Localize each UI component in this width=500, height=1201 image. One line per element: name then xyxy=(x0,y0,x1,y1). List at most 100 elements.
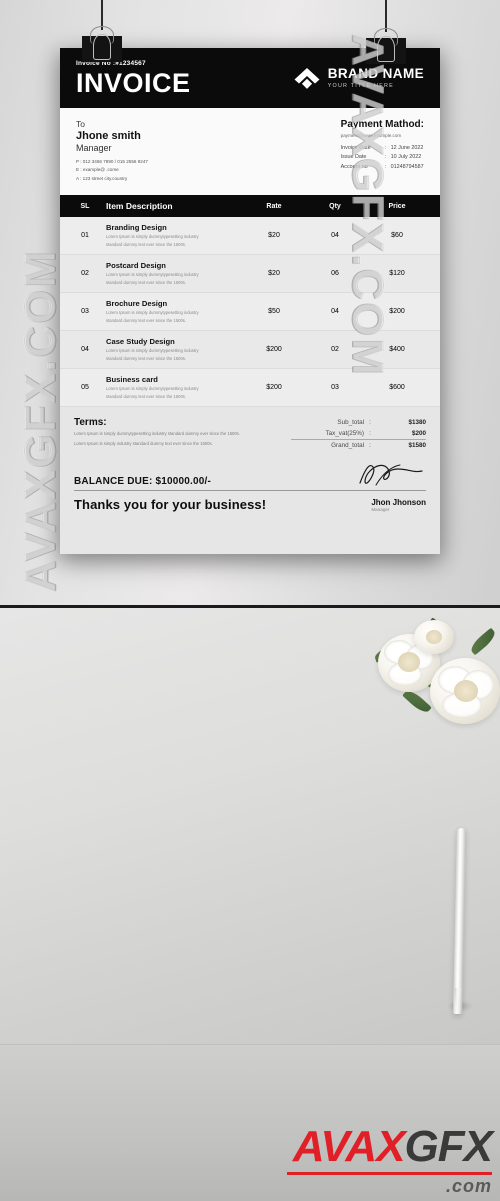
rose-core xyxy=(426,630,442,644)
client-name: Jhone smith xyxy=(76,130,141,142)
total-key: Tax_vat(25%) xyxy=(325,430,365,438)
invoice-footer: BALANCE DUE: $10000.00/- Thanks you for … xyxy=(60,457,440,554)
table-row: 05 Business card Lorem Ipsum is simply d… xyxy=(60,369,440,408)
row-price: $120 xyxy=(389,270,405,278)
row-description: Branding Design Lorem Ipsum is simply du… xyxy=(100,223,242,248)
payment-email: payment@www.example.com xyxy=(340,133,402,138)
binder-clip-right xyxy=(363,24,409,64)
invoice-title: INVOICE xyxy=(76,67,191,98)
rose-core xyxy=(398,652,420,672)
contact-address: A : 123 street city.country xyxy=(76,175,128,181)
signature-rule xyxy=(74,490,426,492)
row-description: Business card Lorem Ipsum is simply dumm… xyxy=(100,375,242,400)
thanks-message: Thanks you for your business! xyxy=(74,497,267,513)
invoice-info: To Jhone smith Manager P : 012 3456 7890… xyxy=(60,108,440,196)
signer-role: Manager xyxy=(371,506,390,512)
row-qty: 02 xyxy=(331,346,339,354)
column-sl: SL xyxy=(80,202,90,210)
row-price: $400 xyxy=(389,346,405,354)
contact-phone: P : 012 3456 7890 / 015 2556 9247 xyxy=(76,159,148,164)
row-qty: 03 xyxy=(331,384,339,392)
item-title: Case Study Design xyxy=(106,337,175,347)
avaxgfx-logo-domain: .com xyxy=(445,1176,492,1196)
item-sub-line1: Lorem Ipsum is simply dummytypesetting i… xyxy=(106,234,199,240)
avaxgfx-logo-bar xyxy=(287,1172,492,1175)
scene-desk-poster: Invoice No :#1234567 INVOICE BRAND NAME … xyxy=(0,608,500,1201)
payment-value: 01248794587 xyxy=(390,163,424,170)
signature-mark xyxy=(354,461,426,487)
row-rate: $200 xyxy=(266,384,282,392)
payment-key: Account no xyxy=(340,163,368,170)
row-price: $600 xyxy=(389,384,405,392)
row-sl: 01 xyxy=(81,232,89,240)
row-price: $200 xyxy=(389,308,405,316)
payment-key: Invoice Date xyxy=(340,145,371,151)
total-key: Grand_total xyxy=(331,442,364,450)
row-rate: $20 xyxy=(268,270,280,278)
item-title: Branding Design xyxy=(106,223,167,233)
brand-name: BRAND NAME xyxy=(327,66,424,82)
row-description: Brochure Design Lorem Ipsum is simply du… xyxy=(100,299,242,324)
row-sl: 03 xyxy=(81,308,89,316)
item-sub-line2: standard dummy text ever since the 1500s… xyxy=(106,318,187,324)
total-separator: : xyxy=(369,442,371,450)
payment-separator: : xyxy=(384,163,387,170)
signer-block: Jhon Jhonson Manager xyxy=(371,498,426,512)
item-title: Brochure Design xyxy=(106,299,168,309)
signer-name: Jhon Jhonson xyxy=(371,497,426,507)
table-row: 04 Case Study Design Lorem Ipsum is simp… xyxy=(60,331,440,370)
item-sub-line2: standard dummy text ever since the 1500s… xyxy=(106,356,187,362)
total-value: $1580 xyxy=(408,442,426,450)
white-pen xyxy=(453,827,466,1015)
payment-method-block: Payment Mathod: payment@www.example.com … xyxy=(341,119,424,183)
item-title: Postcard Design xyxy=(106,261,166,271)
payment-row: Account no : 01248794587 xyxy=(341,163,424,172)
total-value: $200 xyxy=(411,430,426,438)
row-sl: 02 xyxy=(81,270,89,278)
avaxgfx-logo-avax: AVAX xyxy=(292,1122,406,1171)
total-row-subtotal: Sub_total : $1380 xyxy=(291,417,426,428)
column-qty: Qty xyxy=(329,202,341,210)
terms-block: Terms: Lorem Ipsum is simply dummytypese… xyxy=(74,417,240,451)
avaxgfx-logo-wordmark: AVAXGFX xyxy=(287,1122,493,1171)
rose-flower xyxy=(430,658,500,724)
row-qty: 04 xyxy=(331,308,339,316)
clip-arm-inner xyxy=(93,34,111,60)
contact-email: E : example@ .come xyxy=(76,167,119,173)
row-sl: 04 xyxy=(81,346,89,354)
total-row-grand: Grand_total : $1580 xyxy=(291,439,426,451)
white-roses-decoration xyxy=(372,617,500,745)
terms-line-2: Lorem Ipsum is simply industry standard … xyxy=(74,441,213,447)
avaxgfx-logo: AVAXGFX .com xyxy=(287,1122,493,1196)
scene-hanging-poster: Invoice No :#1234567 INVOICE BRAND NAME … xyxy=(0,0,500,608)
row-rate: $20 xyxy=(268,232,280,240)
thanks-row: Thanks you for your business! Jhon Jhons… xyxy=(74,497,426,512)
row-description: Postcard Design Lorem Ipsum is simply du… xyxy=(100,261,242,286)
item-sub-line2: standard dummy text ever since the 1500s… xyxy=(106,394,187,400)
item-sub-line2: standard dummy text ever since the 1500s… xyxy=(106,242,187,248)
payment-title: Payment Mathod: xyxy=(340,119,424,130)
payment-value: 12 June 2022 xyxy=(390,145,424,151)
total-value: $1380 xyxy=(408,419,426,427)
item-sub-line1: Lorem Ipsum is simply dummytypesetting i… xyxy=(106,272,199,278)
invoice-header-left: Invoice No :#1234567 INVOICE xyxy=(76,60,191,97)
brand-diamond-icon xyxy=(294,67,320,89)
wall-floor-edge xyxy=(0,1044,500,1045)
terms-and-totals: Terms: Lorem Ipsum is simply dummytypese… xyxy=(60,407,440,458)
total-key: Sub_total xyxy=(337,419,364,427)
table-row: 03 Brochure Design Lorem Ipsum is simply… xyxy=(60,293,440,332)
brand-text: BRAND NAME YOUR TITLE HERE xyxy=(328,67,424,89)
to-label: To xyxy=(76,119,85,129)
brand-block: BRAND NAME YOUR TITLE HERE xyxy=(294,67,424,89)
item-title: Business card xyxy=(106,375,158,385)
row-price: $60 xyxy=(391,232,403,240)
avaxgfx-logo-gfx: GFX xyxy=(404,1122,493,1171)
client-role: Manager xyxy=(76,143,112,153)
table-row: 02 Postcard Design Lorem Ipsum is simply… xyxy=(60,255,440,294)
payment-row: Issue Date : 10 July 2022 xyxy=(341,153,424,162)
total-separator: : xyxy=(369,430,371,438)
total-row-tax: Tax_vat(25%) : $200 xyxy=(291,428,427,439)
payment-separator: : xyxy=(384,145,387,151)
column-price: Price xyxy=(388,202,406,210)
binder-clip-left xyxy=(79,22,125,62)
